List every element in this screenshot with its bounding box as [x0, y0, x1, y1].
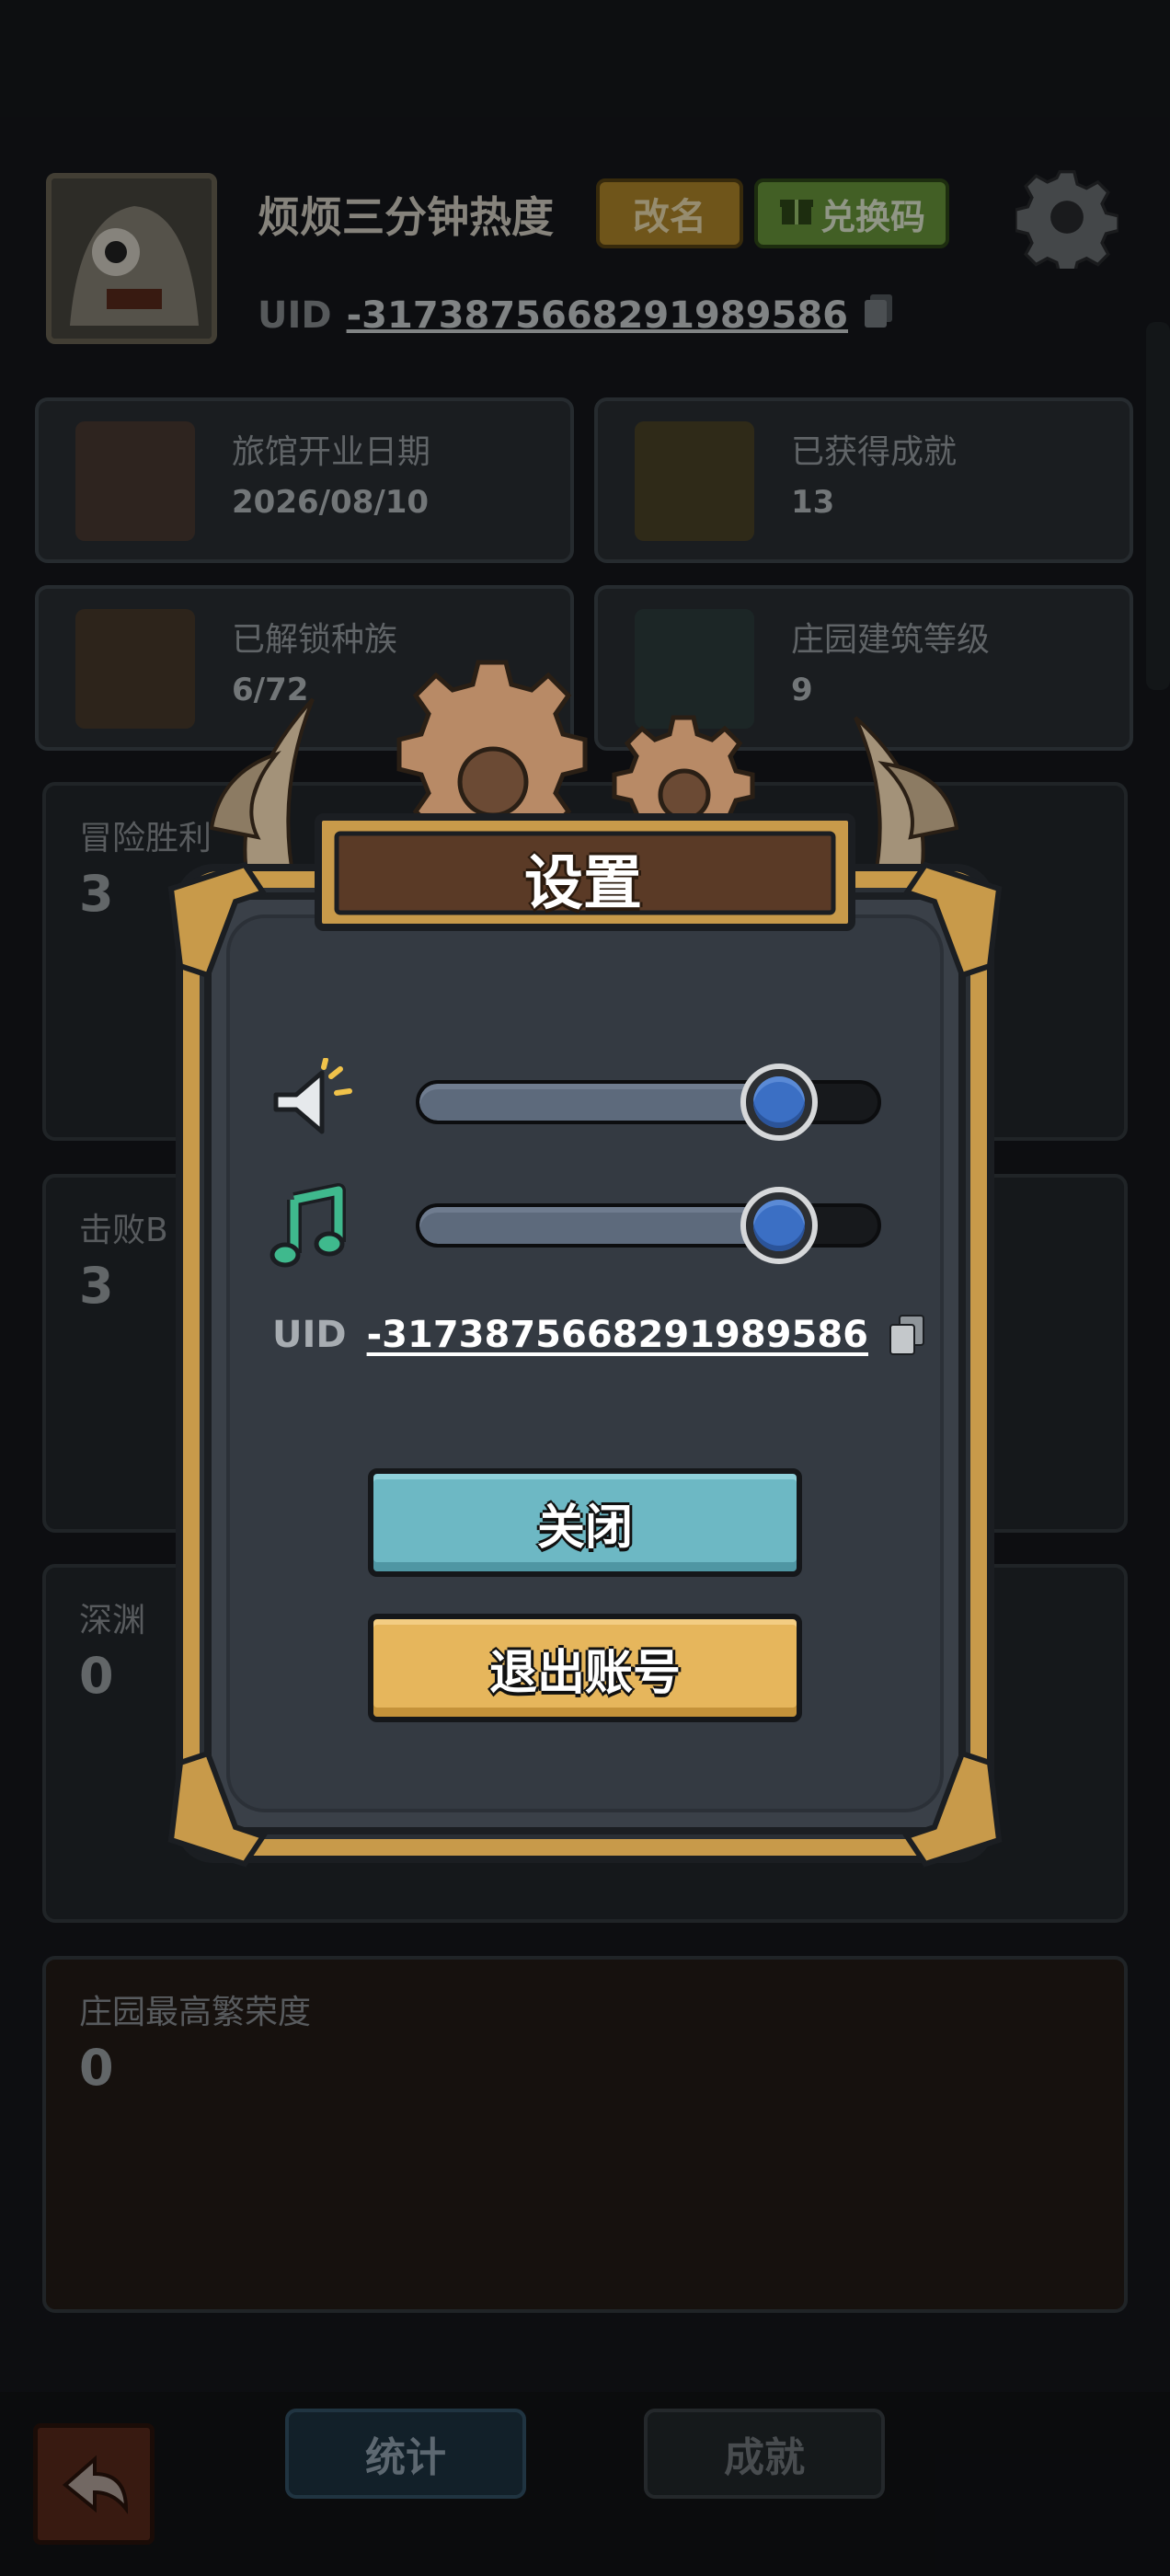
slider-thumb[interactable] — [740, 1187, 818, 1264]
uid-value: -3173875668291989586 — [366, 1314, 868, 1356]
dialog-title: 设置 — [524, 850, 642, 918]
slider-thumb[interactable] — [740, 1064, 818, 1141]
sound-volume-slider[interactable] — [416, 1064, 881, 1141]
music-volume-slider[interactable] — [416, 1187, 881, 1264]
dialog-uid-row: UID -3173875668291989586 — [272, 1314, 925, 1356]
slider-fill — [419, 1207, 777, 1244]
settings-dialog-frame — [167, 660, 1003, 1868]
speaker-icon — [273, 1058, 352, 1134]
logout-button[interactable]: 退出账号 — [368, 1614, 802, 1722]
copy-icon[interactable] — [889, 1314, 925, 1356]
slider-fill — [419, 1084, 777, 1121]
close-button[interactable]: 关闭 — [368, 1468, 802, 1577]
music-note-icon — [270, 1183, 346, 1268]
uid-label: UID — [272, 1314, 347, 1356]
